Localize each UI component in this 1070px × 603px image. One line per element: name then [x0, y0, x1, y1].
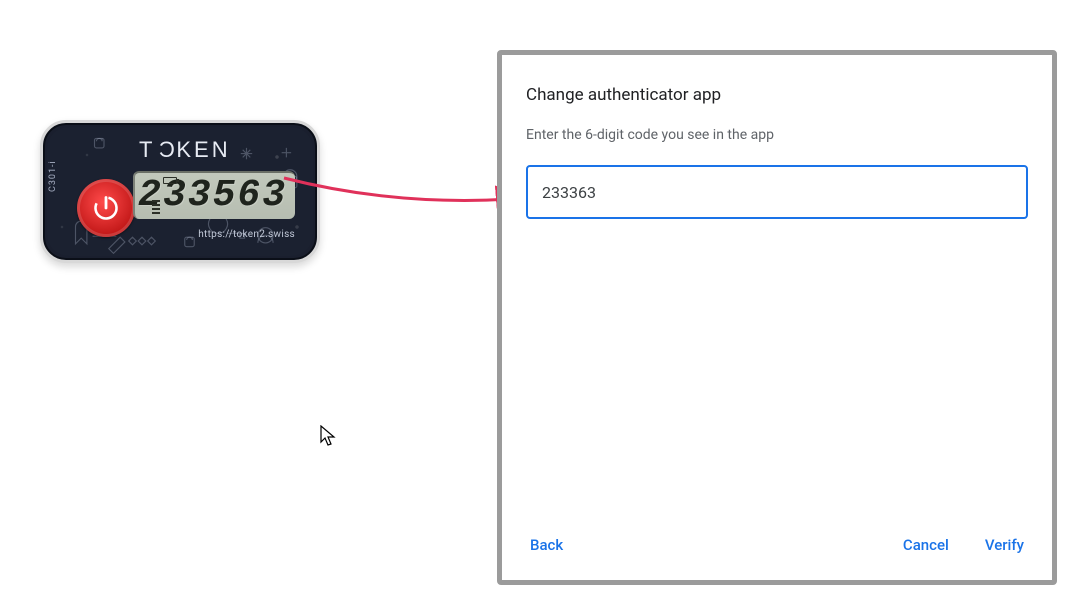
signal-bars-icon: [152, 194, 160, 214]
device-url-label: https://token2.swiss: [198, 229, 295, 240]
hardware-token-device: C301-i TCKEN 233563 https://token2.swiss: [40, 120, 320, 263]
back-button[interactable]: Back: [526, 530, 567, 560]
verification-code-input[interactable]: [526, 165, 1028, 219]
battery-icon: [163, 177, 177, 184]
power-icon: [92, 194, 120, 222]
device-brand-label: TCKEN: [139, 137, 231, 163]
power-button[interactable]: [77, 179, 135, 237]
mouse-cursor-icon: [320, 425, 338, 449]
lcd-screen: 233563: [133, 171, 295, 219]
lcd-code-value: 233563: [138, 177, 287, 215]
dialog-instruction: Enter the 6-digit code you see in the ap…: [526, 127, 1028, 143]
dialog-title: Change authenticator app: [526, 85, 1028, 105]
change-authenticator-dialog: Change authenticator app Enter the 6-dig…: [497, 50, 1057, 585]
cancel-button[interactable]: Cancel: [899, 530, 953, 560]
device-model-label: C301-i: [48, 160, 58, 192]
verify-button[interactable]: Verify: [981, 530, 1028, 560]
